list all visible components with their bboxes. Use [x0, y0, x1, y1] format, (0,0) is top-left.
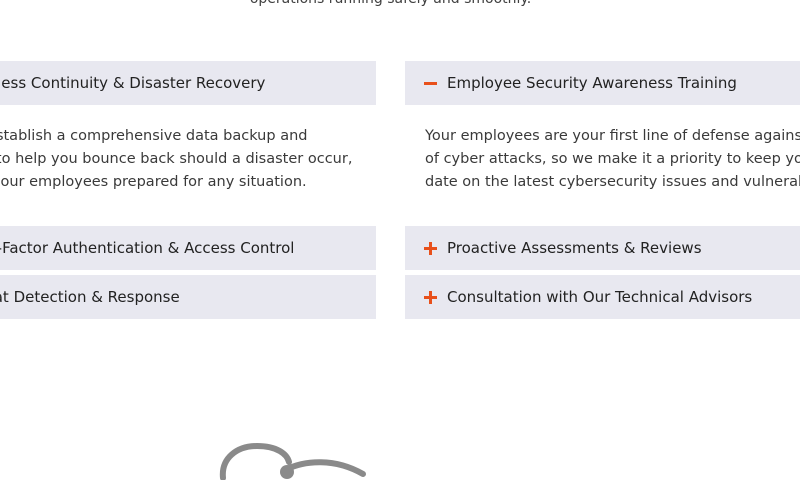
accordion-header-training[interactable]: Employee Security Awareness Training [405, 61, 800, 105]
accordion-title: Proactive Assessments & Reviews [447, 239, 702, 257]
body-line: and your employees prepared for any situ… [0, 174, 307, 190]
body-line: Your employees are your first line of de… [425, 128, 800, 144]
accordion-header-assessments[interactable]: Proactive Assessments & Reviews [405, 226, 800, 270]
accordion-title: Business Continuity & Disaster Recovery [0, 74, 266, 92]
accordion-title: Consultation with Our Technical Advisors [447, 288, 753, 306]
services-section: operations running safely and smoothly. … [0, 0, 800, 480]
body-line: plan to help you bounce back should a di… [0, 151, 353, 167]
accordion-body-training: Your employees are your first line of de… [425, 125, 800, 194]
accordion-body-continuity: We establish a comprehensive data backup… [0, 125, 380, 194]
accordion-header-authentication[interactable]: Multi-Factor Authentication & Access Con… [0, 226, 376, 270]
accordion-title: Employee Security Awareness Training [447, 74, 737, 92]
body-line: date on the latest cybersecurity issues … [425, 174, 800, 190]
accordion-title: Multi-Factor Authentication & Access Con… [0, 239, 295, 257]
minus-icon [424, 77, 437, 90]
accordion-header-continuity[interactable]: Business Continuity & Disaster Recovery [0, 61, 376, 105]
body-line: We establish a comprehensive data backup… [0, 128, 308, 144]
body-line: of cyber attacks, so we make it a priori… [425, 151, 800, 167]
intro-text: operations running safely and smoothly. [0, 0, 781, 10]
accordion-header-detection[interactable]: Threat Detection & Response [0, 275, 376, 319]
accordion-header-consultation[interactable]: Consultation with Our Technical Advisors [405, 275, 800, 319]
orbit-logo-graphic [219, 442, 366, 480]
accordion-title: Threat Detection & Response [0, 288, 180, 306]
plus-icon [424, 241, 437, 255]
plus-icon [424, 290, 437, 304]
